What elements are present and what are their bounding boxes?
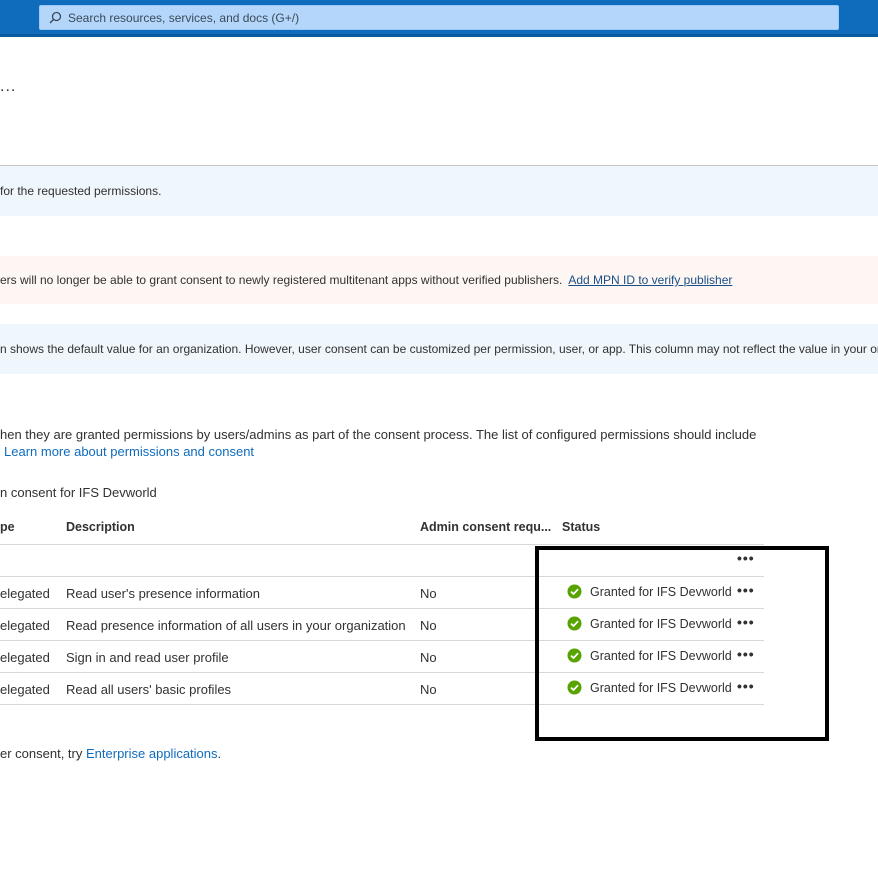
search-icon [49, 11, 62, 24]
row-description[interactable]: Read all users' basic profiles [66, 682, 231, 697]
row-more-icon[interactable]: ••• [737, 614, 755, 630]
row-more-icon[interactable]: ••• [737, 678, 755, 694]
row-type: elegated [0, 650, 50, 665]
enterprise-applications-link[interactable]: Enterprise applications [86, 746, 218, 761]
info-banner-text: for the requested permissions. [0, 184, 162, 198]
row-divider [0, 704, 764, 705]
footer-note: er consent, try Enterprise applications. [0, 746, 221, 761]
permissions-description: hen they are granted permissions by user… [0, 426, 878, 460]
row-divider [0, 640, 764, 641]
footer-text: er consent, try [0, 746, 83, 761]
row-type: elegated [0, 586, 50, 601]
row-admin-consent: No [420, 618, 437, 633]
header-status[interactable]: Status [562, 520, 600, 534]
top-bar [0, 0, 878, 37]
consent-info-banner: n shows the default value for an organiz… [0, 324, 878, 374]
row-status: Granted for IFS Devworld [567, 584, 732, 599]
learn-more-link[interactable]: Learn more about permissions and consent [4, 444, 254, 459]
row-divider [0, 672, 764, 673]
row-description[interactable]: Read presence information of all users i… [66, 618, 406, 633]
row-status-text: Granted for IFS Devworld [590, 680, 732, 695]
row-admin-consent: No [420, 650, 437, 665]
check-circle-icon [567, 616, 582, 631]
grant-admin-consent-label: n consent for IFS Devworld [0, 485, 157, 500]
search-box[interactable] [39, 5, 839, 30]
row-status-text: Granted for IFS Devworld [590, 616, 732, 631]
row-description[interactable]: Sign in and read user profile [66, 650, 229, 665]
row-description[interactable]: Read user's presence information [66, 586, 260, 601]
grant-admin-consent-button[interactable]: n consent for IFS Devworld [0, 485, 157, 500]
search-input[interactable] [68, 6, 828, 29]
header-description[interactable]: Description [66, 520, 135, 534]
footer-suffix: . [217, 746, 222, 761]
header-admin-consent[interactable]: Admin consent requ... [420, 520, 551, 534]
warning-banner: ers will no longer be able to grant cons… [0, 256, 878, 304]
row-admin-consent: No [420, 682, 437, 697]
row-status: Granted for IFS Devworld [567, 616, 732, 631]
header-type[interactable]: pe [0, 520, 15, 534]
row-admin-consent: No [420, 586, 437, 601]
check-circle-icon [567, 680, 582, 695]
row-type: elegated [0, 682, 50, 697]
row-status-text: Granted for IFS Devworld [590, 648, 732, 663]
row-divider [0, 544, 764, 545]
row-divider [0, 576, 764, 577]
group-more-icon[interactable]: ••• [737, 550, 755, 566]
consent-info-text: n shows the default value for an organiz… [0, 342, 878, 356]
permissions-description-text: hen they are granted permissions by user… [0, 427, 757, 442]
add-mpn-id-link[interactable]: Add MPN ID to verify publisher [568, 273, 732, 287]
check-circle-icon [567, 584, 582, 599]
warning-banner-text: ers will no longer be able to grant cons… [0, 273, 563, 287]
check-circle-icon [567, 648, 582, 663]
row-divider [0, 608, 764, 609]
row-more-icon[interactable]: ••• [737, 646, 755, 662]
page-more-actions[interactable]: ... [0, 78, 16, 96]
row-status-text: Granted for IFS Devworld [590, 584, 732, 599]
info-banner: for the requested permissions. [0, 166, 878, 216]
row-status: Granted for IFS Devworld [567, 648, 732, 663]
row-status: Granted for IFS Devworld [567, 680, 732, 695]
row-more-icon[interactable]: ••• [737, 582, 755, 598]
row-type: elegated [0, 618, 50, 633]
